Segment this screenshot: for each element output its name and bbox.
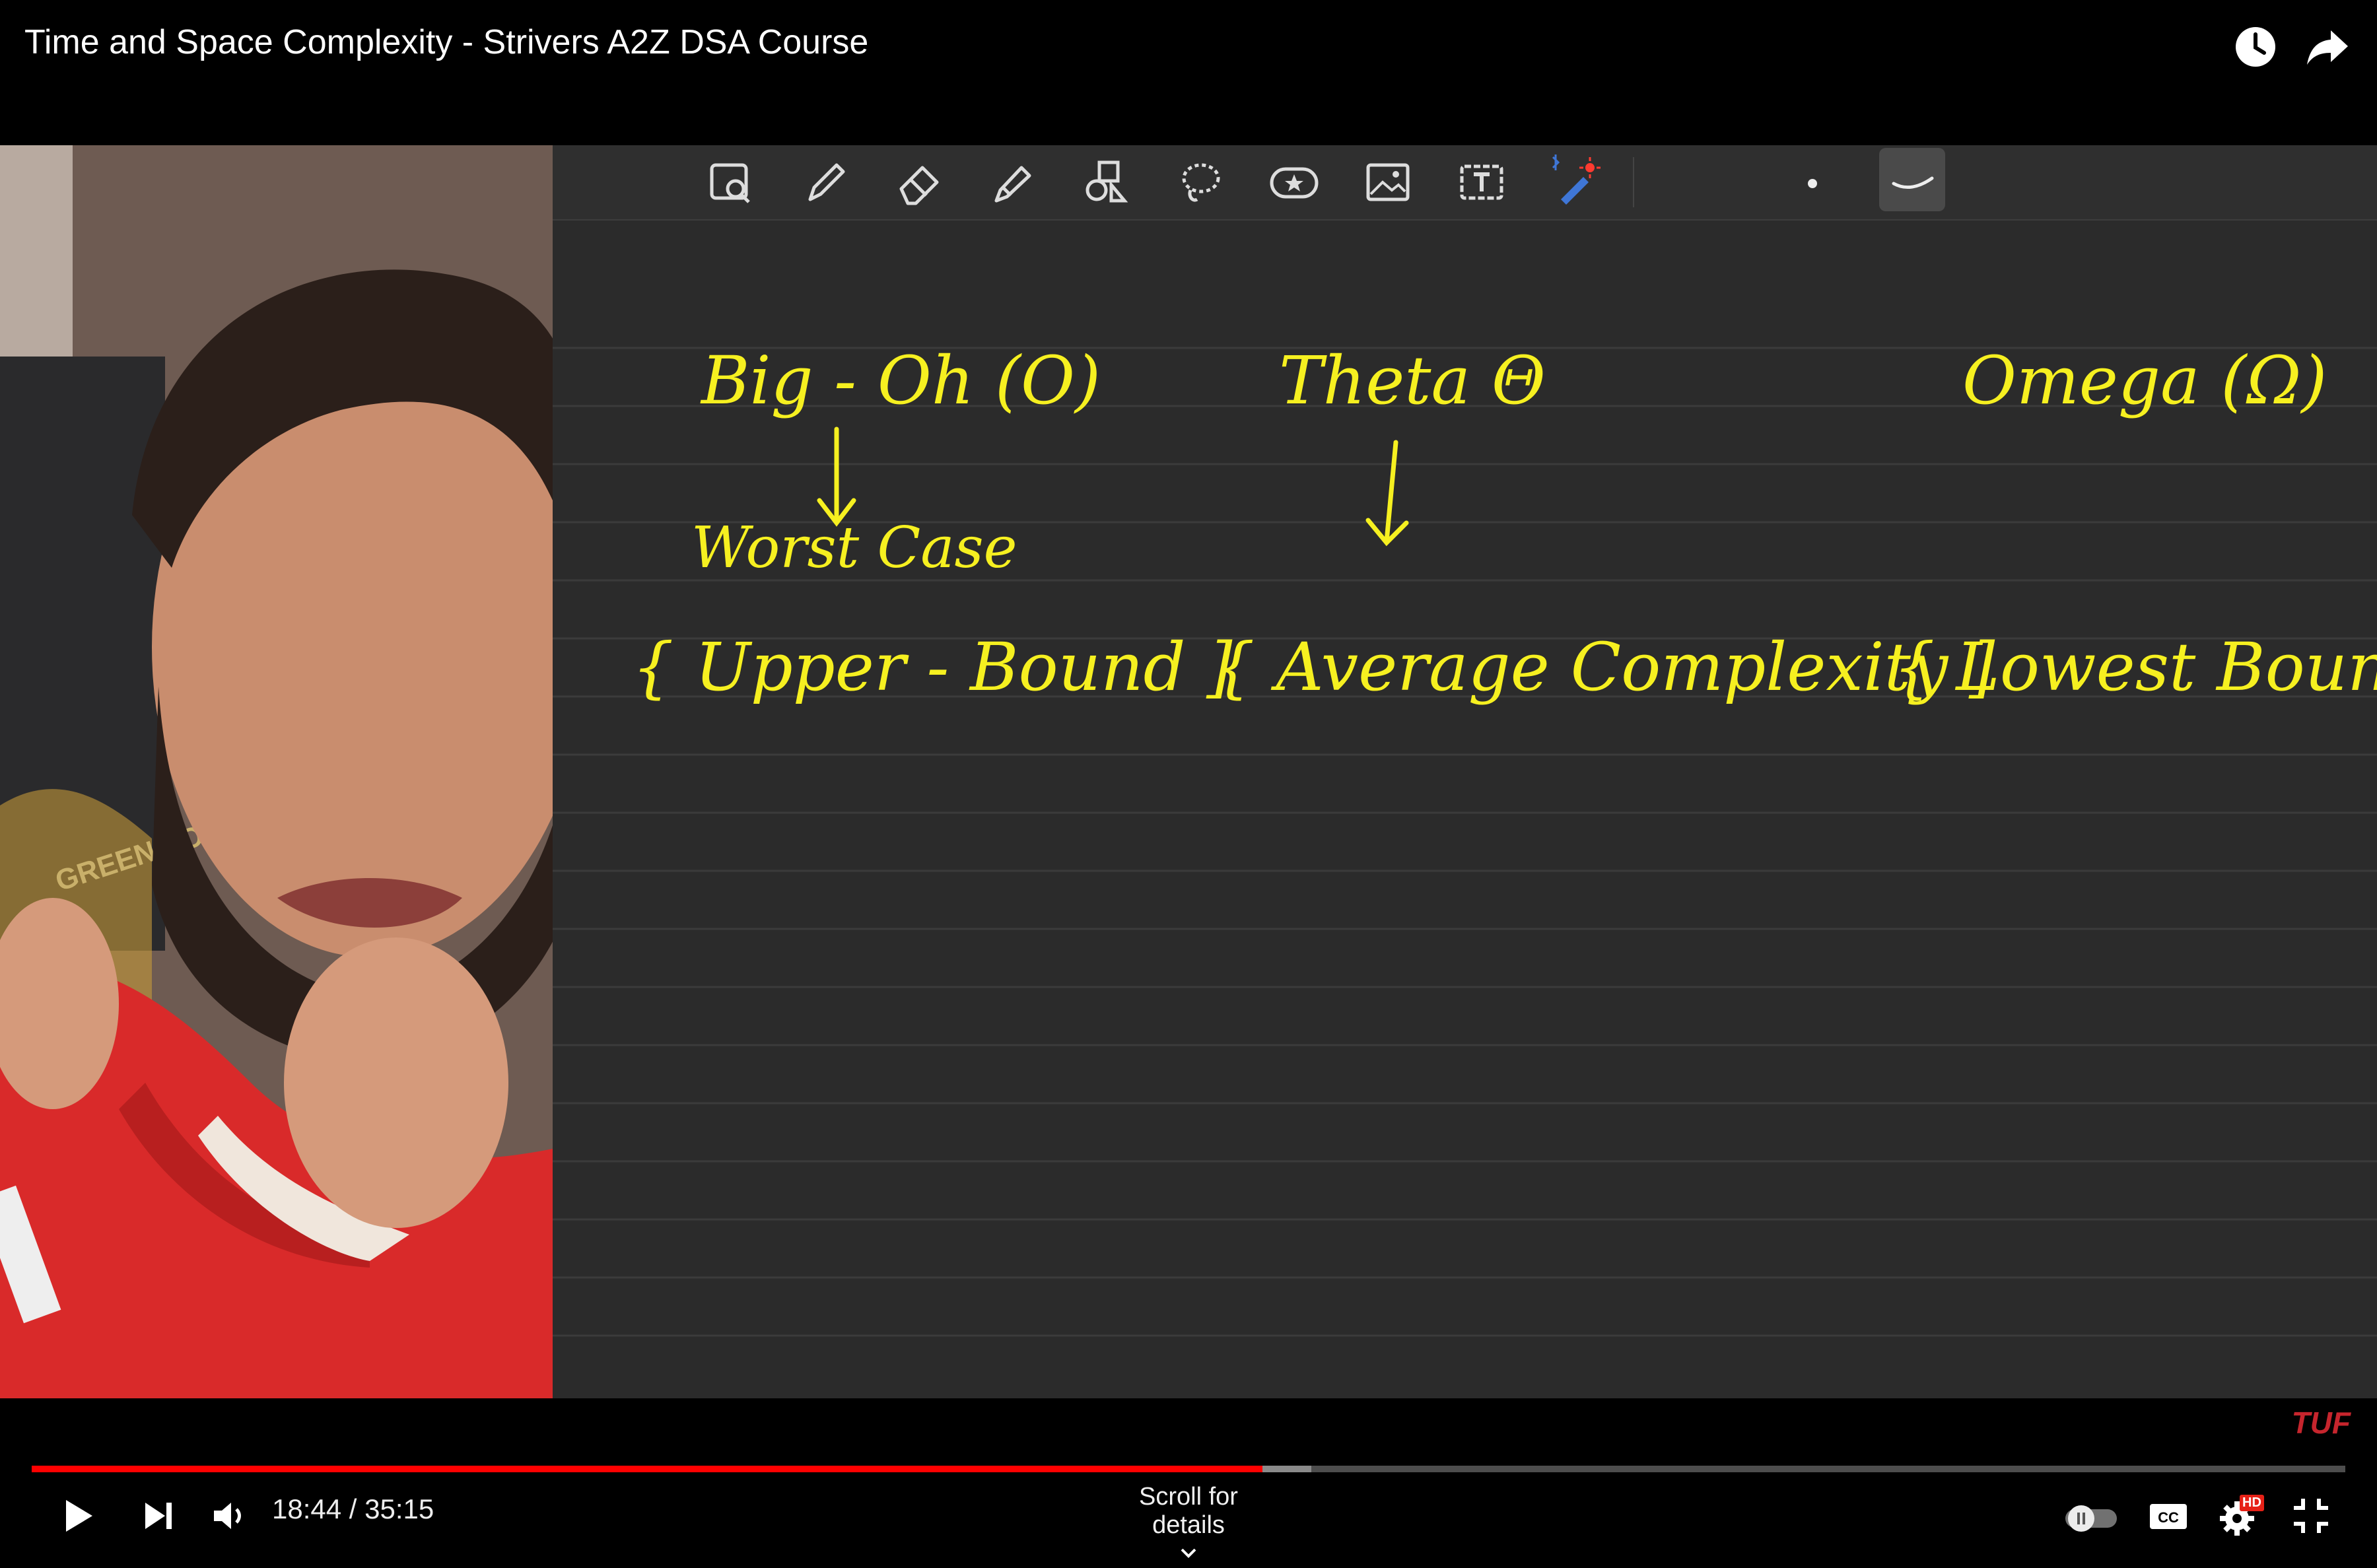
subtitles-icon[interactable]: CC [2142,1489,2195,1542]
svg-text:CC: CC [2158,1509,2179,1526]
stroke-style-button[interactable] [1879,148,1945,211]
volume-icon[interactable] [202,1489,255,1542]
play-icon[interactable] [50,1489,103,1542]
sticker-icon[interactable] [1265,153,1323,211]
image-icon[interactable] [1359,153,1417,211]
hd-badge: HD [2240,1495,2264,1511]
video-frame[interactable]: GREEN SOUL Big - Oh (O) Worst Case {Upp… [0,145,2377,1398]
scroll-hint-label: Scroll for details [1139,1483,1238,1539]
scroll-for-details[interactable]: Scroll for details [1099,1483,1278,1568]
text-box-icon[interactable] [1453,153,1511,211]
eraser-icon[interactable] [889,153,947,211]
upper-bound-label: { Upper - Bound ] [632,629,1233,706]
theta-arrow [1365,440,1409,547]
pen-size-dot-icon[interactable] [1783,153,1842,211]
shapes-icon[interactable] [1077,153,1135,211]
omega-heading: Omega (Ω) [1962,342,2327,419]
big-oh-heading: Big - Oh (O) [701,342,1101,419]
lasso-icon[interactable] [1171,153,1229,211]
chevron-down-icon [1181,1548,1196,1558]
autoplay-toggle[interactable] [2061,1489,2121,1542]
settings-button[interactable]: HD [2213,1489,2266,1542]
video-title-bar: Time and Space Complexity - Strivers A2Z… [0,0,2377,145]
stroke-style-icon [1892,176,1934,189]
ruled-lines [553,347,2377,1337]
drawing-toolbar [553,145,2377,221]
whiteboard: Big - Oh (O) Worst Case { Upper - Bound … [553,145,2377,1398]
player-controls: TUF 18:44 / 35:15 Scroll for details CC [0,1398,2377,1558]
channel-watermark: TUF [2291,1406,2351,1440]
worst-case-label: Worst Case [691,515,1017,581]
theta-heading: Theta Θ [1279,342,1546,419]
toolbar-divider [1633,157,1634,207]
exit-fullscreen-icon[interactable] [2285,1489,2337,1542]
average-complexity-label: { Average Complexity ] [1213,629,1995,706]
progress-played [32,1466,1263,1472]
zoom-icon[interactable] [701,153,759,211]
pen-icon[interactable] [796,153,854,211]
time-display: 18:44 / 35:15 [272,1493,434,1524]
progress-bar[interactable] [32,1466,2345,1472]
presenter-camera: GREEN SOUL [0,145,553,1398]
highlighter-icon[interactable] [983,153,1041,211]
video-title[interactable]: Time and Space Complexity - Strivers A2Z… [24,22,868,62]
share-icon[interactable] [2304,24,2351,70]
next-icon[interactable] [132,1489,185,1542]
presenter-image: GREEN SOUL [0,145,553,1398]
watch-later-icon[interactable] [2232,24,2279,70]
laser-pointer-icon[interactable] [1546,153,1604,211]
lowest-bound-label: { Lowest Bound ] [1893,629,2377,706]
